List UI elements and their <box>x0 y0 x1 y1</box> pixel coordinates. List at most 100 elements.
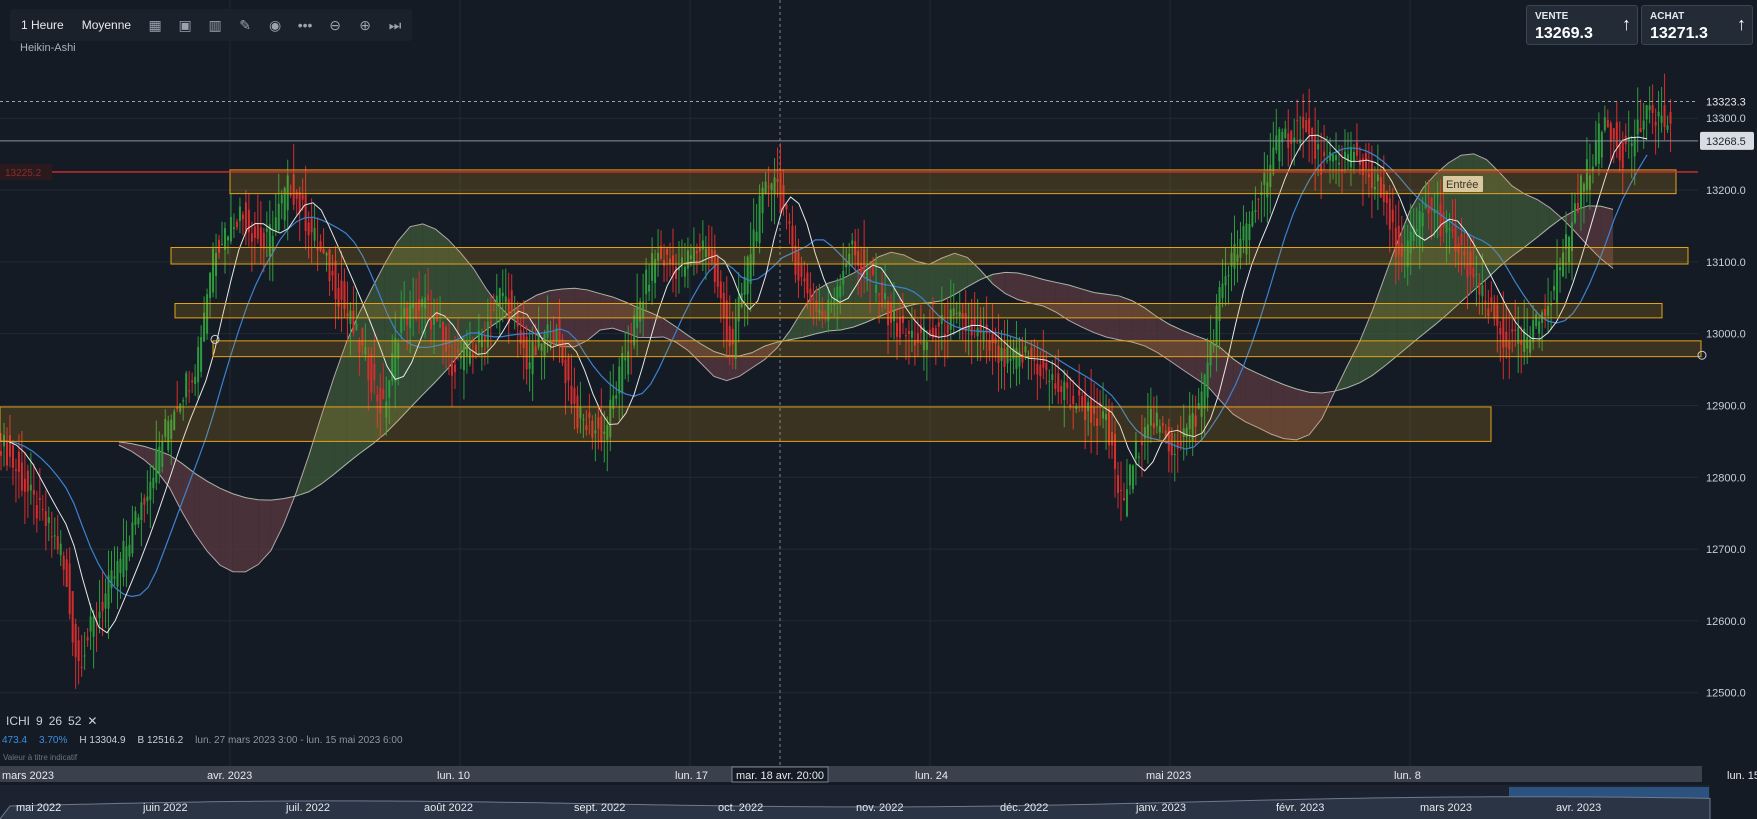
candle-body <box>1069 404 1072 407</box>
candle-body <box>450 360 453 376</box>
candle <box>122 518 125 587</box>
zoom-out-icon[interactable]: ⊖ <box>322 13 348 37</box>
stat-value: 473.4 <box>2 735 28 746</box>
candle <box>648 264 651 301</box>
candle <box>1275 108 1278 154</box>
close-icon[interactable]: ✕ <box>87 714 97 728</box>
candle-body <box>528 362 531 369</box>
candle-body <box>274 217 277 232</box>
candle-body <box>648 284 651 292</box>
candle-body <box>1660 115 1663 123</box>
candle <box>1600 130 1603 168</box>
candle-body <box>1122 497 1125 501</box>
indicator-param: 26 <box>48 714 63 728</box>
candle <box>271 210 274 282</box>
candle-body <box>1335 155 1338 161</box>
price-chart[interactable]: 13225.2 Entrée 13300.0 13200.0 13100.0 13000.… <box>0 0 1757 819</box>
candle-body <box>842 270 845 285</box>
candle-body <box>1391 209 1394 223</box>
candle-body <box>221 244 224 246</box>
candle-body <box>1128 464 1131 486</box>
candle-body <box>83 655 86 657</box>
candle-body <box>1066 382 1069 389</box>
y-tick-label: 13100.0 <box>1706 257 1746 269</box>
candle <box>1651 84 1654 134</box>
candle-body <box>101 601 104 612</box>
candle-body <box>809 288 812 303</box>
skip-end-icon[interactable]: ⏭ <box>382 13 408 37</box>
candle-body <box>226 236 229 241</box>
candle-body <box>1615 122 1618 148</box>
candle-body <box>904 335 907 337</box>
candle-body <box>152 477 155 489</box>
pencil-icon[interactable]: ✎ <box>232 13 258 37</box>
candle-body <box>373 363 376 381</box>
candle-body <box>800 264 803 277</box>
stat-percent: 3.70% <box>39 735 68 746</box>
indicator-stats: 473.4 3.70% H 13304.9 B 12516.2 lun. 27 … <box>2 735 403 746</box>
candle-body <box>14 469 17 472</box>
candle-body <box>1451 229 1454 232</box>
candle <box>59 530 62 567</box>
candle-body <box>1039 364 1042 377</box>
interval-selector[interactable]: 1 Heure <box>14 14 71 36</box>
candle <box>50 511 53 558</box>
candle-body <box>851 240 854 245</box>
candle-body <box>304 194 307 231</box>
sell-button[interactable]: VENTE 13269.3 ↑ <box>1526 5 1638 45</box>
candle <box>531 326 534 401</box>
candle-body <box>1553 286 1556 291</box>
candle-body <box>788 221 791 224</box>
more-icon[interactable]: ••• <box>292 13 318 37</box>
candle-body <box>131 522 134 554</box>
kumo-segment <box>1005 272 1018 300</box>
candle-body <box>62 555 65 570</box>
candle <box>71 591 74 657</box>
candle-body <box>1033 359 1036 361</box>
candle-body <box>884 292 887 300</box>
eye-icon[interactable]: ◉ <box>262 13 288 37</box>
candle-body <box>1448 228 1451 230</box>
kumo-segment <box>232 493 246 572</box>
candle <box>1388 184 1391 253</box>
buy-button[interactable]: ACHAT 13271.3 ↑ <box>1641 5 1753 45</box>
chart-type-label: Heikin-Ashi <box>20 42 76 54</box>
candle-body <box>1134 441 1137 459</box>
candle <box>1119 461 1122 521</box>
candle-body <box>1308 118 1311 135</box>
candle-body <box>755 231 758 242</box>
candle-body <box>1439 203 1442 237</box>
candle <box>235 218 238 231</box>
candle-body <box>1642 120 1645 130</box>
candle-body <box>200 337 203 372</box>
calendar-icon[interactable]: ▦ <box>142 13 168 37</box>
candle-body <box>1669 112 1672 124</box>
candle <box>47 506 50 542</box>
candle <box>1645 104 1648 141</box>
candle <box>1570 192 1573 281</box>
candle-body <box>134 511 137 526</box>
candle <box>1636 87 1639 153</box>
candle <box>1553 269 1556 301</box>
candle <box>1278 126 1281 170</box>
candle <box>280 190 283 220</box>
bars-icon[interactable]: ▥ <box>202 13 228 37</box>
mode-selector[interactable]: Moyenne <box>75 14 138 36</box>
candle-body <box>1117 475 1120 494</box>
kumo-segment <box>258 499 271 565</box>
candle <box>1612 128 1615 164</box>
navigator-label: févr. 2023 <box>1276 802 1324 814</box>
zoom-in-icon[interactable]: ⊕ <box>352 13 378 37</box>
candle-body <box>1078 389 1081 396</box>
candle-body <box>1573 203 1576 223</box>
indicator-legend[interactable]: ICHI 9 26 52 ✕ <box>6 714 97 728</box>
candle-body <box>872 267 875 276</box>
candle <box>14 458 17 503</box>
navigator-label: juil. 2022 <box>285 802 330 814</box>
candle-body <box>1576 202 1579 212</box>
x-tick-label: avr. 2023 <box>207 770 252 782</box>
template-icon[interactable]: ▣ <box>172 13 198 37</box>
candle-body <box>110 570 113 589</box>
navigator-label: nov. 2022 <box>856 802 904 814</box>
candle <box>128 535 131 562</box>
